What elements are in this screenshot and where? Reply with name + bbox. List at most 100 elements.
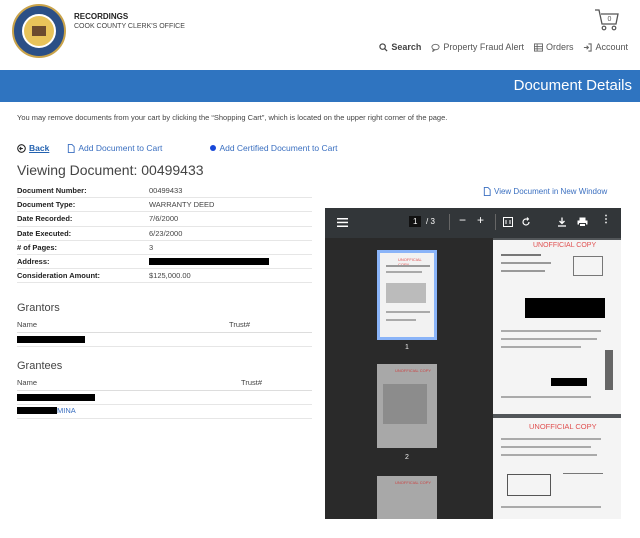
pdf-page-2: UNOFFICIAL COPY — [493, 418, 621, 519]
chat-icon — [431, 43, 440, 52]
table-row: MINA — [17, 405, 312, 419]
page-text-line — [501, 506, 601, 508]
sign-in-icon — [584, 42, 593, 52]
arrow-left-circle-icon — [17, 143, 26, 153]
zoom-in-icon[interactable]: + — [477, 213, 484, 227]
grantors-col-name: Name — [17, 320, 38, 329]
page-text-line — [501, 438, 601, 440]
nav-orders[interactable]: Orders — [533, 42, 574, 52]
grantors-table-header: Name Trust# — [17, 320, 312, 333]
more-options-icon[interactable]: ⋮ — [601, 214, 611, 225]
county-seal-logo[interactable] — [12, 4, 66, 58]
nav-account-label: Account — [595, 42, 628, 52]
detail-row: Document Number: 00499433 — [17, 184, 312, 199]
page-watermark: UNOFFICIAL COPY — [533, 242, 597, 249]
download-icon[interactable] — [557, 217, 567, 227]
page-thumbnail-2[interactable]: UNOFFICIAL COPY — [377, 364, 437, 448]
viewing-document-title: Viewing Document: 00499433 — [17, 162, 204, 178]
detail-value: 3 — [149, 242, 154, 252]
detail-row: Date Recorded: 7/6/2000 — [17, 212, 312, 227]
print-icon[interactable] — [577, 217, 588, 227]
thumb-label: 1 — [405, 344, 409, 351]
page-banner: Document Details — [0, 70, 640, 102]
back-label: Back — [29, 143, 50, 153]
page-text-line — [501, 346, 581, 348]
add-certified-link[interactable]: Add Certified Document to Cart — [210, 143, 338, 153]
rotate-icon[interactable] — [521, 217, 531, 227]
thumb-block — [386, 283, 426, 303]
main-nav: Search Property Fraud Alert Orders Accou… — [379, 42, 628, 52]
page-redaction — [551, 378, 587, 386]
detail-row: Address: — [17, 255, 312, 270]
detail-row: Date Executed: 6/23/2000 — [17, 227, 312, 241]
thumbnail-sidebar[interactable]: UNOFFICIAL COPY 1 UNOFFICIAL COPY 2 UNOF… — [325, 238, 493, 519]
menu-icon[interactable] — [337, 218, 348, 227]
grantors-heading: Grantors — [17, 302, 60, 314]
toolbar-divider — [495, 214, 496, 230]
nav-property-fraud-alert[interactable]: Property Fraud Alert — [431, 42, 524, 52]
page-thumbnail-1[interactable]: UNOFFICIAL COPY — [377, 250, 437, 340]
view-new-window-link[interactable]: View Document in New Window — [483, 187, 607, 196]
zoom-out-icon[interactable]: − — [459, 213, 466, 227]
page-redaction — [525, 298, 605, 318]
redacted-name — [17, 394, 95, 401]
thumb-line — [386, 271, 422, 273]
pdf-toolbar: 1 / 3 − + ⋮ — [325, 208, 621, 238]
detail-row: # of Pages: 3 — [17, 241, 312, 255]
view-new-window-label: View Document in New Window — [494, 187, 608, 196]
thumb-watermark: UNOFFICIAL COPY — [395, 480, 432, 485]
page-title: Document Details — [513, 77, 632, 94]
nav-account[interactable]: Account — [583, 42, 628, 52]
top-header: RECORDINGS COOK COUNTY CLERK'S OFFICE 0 … — [0, 0, 640, 70]
thumb-label: 2 — [405, 454, 409, 461]
certified-dot-icon — [210, 145, 217, 151]
fit-page-icon[interactable] — [503, 217, 513, 227]
thumb-line — [386, 319, 416, 321]
page-text-line — [501, 338, 597, 340]
thumb-line — [386, 311, 430, 313]
pdf-page-1: UNOFFICIAL COPY — [493, 240, 621, 414]
thumb-line — [386, 265, 430, 267]
brand-subtitle: COOK COUNTY CLERK'S OFFICE — [74, 23, 185, 30]
document-details-table: Document Number: 00499433 Document Type: W… — [17, 184, 312, 284]
page-watermark: UNOFFICIAL COPY — [529, 422, 597, 431]
cart-count: 0 — [608, 16, 612, 23]
add-to-cart-link[interactable]: Add Document to Cart — [67, 143, 162, 153]
redacted-name — [17, 336, 85, 343]
page-stamp — [573, 256, 603, 276]
detail-label: # of Pages: — [17, 242, 58, 252]
page-number-input[interactable]: 1 — [409, 216, 422, 227]
grid-icon — [533, 42, 543, 52]
detail-value: 6/23/2000 — [149, 228, 183, 238]
action-links: Back Add Document to Cart Add Certified … — [17, 143, 338, 153]
nav-orders-label: Orders — [545, 42, 574, 52]
detail-row: Consideration Amount: $125,000.00 — [17, 269, 312, 284]
brand-title: RECORDINGS — [74, 12, 129, 21]
thumb-watermark: UNOFFICIAL COPY — [395, 368, 432, 373]
table-row — [17, 391, 312, 405]
search-icon — [379, 42, 388, 52]
detail-label: Date Recorded: — [17, 214, 73, 224]
nav-property-fraud-alert-label: Property Fraud Alert — [443, 42, 524, 52]
shopping-cart-button[interactable]: 0 — [594, 8, 620, 32]
detail-row: Document Type: WARRANTY DEED — [17, 198, 312, 213]
redacted-name — [17, 407, 57, 414]
toolbar-divider — [449, 214, 450, 230]
page-thumbnail-3[interactable]: UNOFFICIAL COPY — [377, 476, 437, 519]
document-icon — [483, 187, 491, 196]
document-icon — [68, 143, 75, 153]
grantee-name-link[interactable]: MINA — [57, 406, 76, 415]
page-text-line — [501, 446, 591, 448]
thumb-block — [383, 384, 427, 424]
pdf-viewer[interactable]: 1 / 3 − + ⋮ UNOFFICIAL COPY 1 UNOFFICIAL… — [325, 208, 621, 519]
seal-emblem — [22, 14, 56, 48]
nav-search[interactable]: Search — [379, 42, 421, 52]
add-certified-label: Add Certified Document to Cart — [219, 143, 338, 153]
redacted-address — [149, 258, 269, 266]
grantees-table-header: Name Trust# — [17, 378, 312, 391]
detail-value: WARRANTY DEED — [149, 200, 215, 210]
detail-label: Consideration Amount: — [17, 271, 101, 281]
nav-search-label: Search — [391, 42, 422, 52]
page-text-line — [501, 254, 541, 256]
back-link[interactable]: Back — [17, 143, 49, 153]
